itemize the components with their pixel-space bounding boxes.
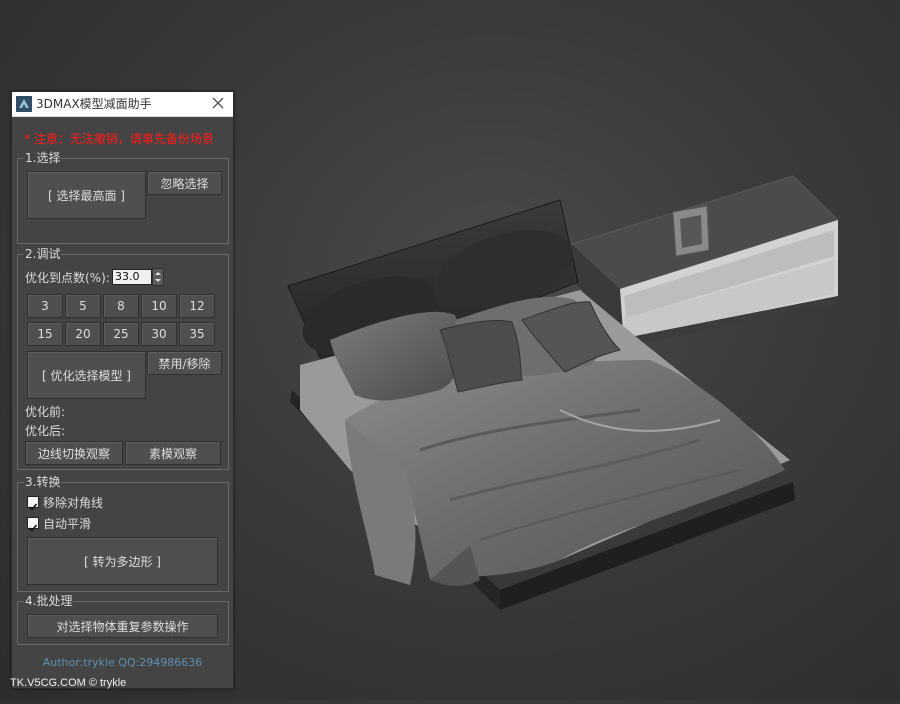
group-batch: 4.批处理 对选择物体重复参数操作 xyxy=(17,594,229,645)
group-debug-legend: 2.调试 xyxy=(24,247,62,261)
group-convert: 3.转换 移除对角线 自动平滑 [ 转为多边形 ] xyxy=(17,475,229,592)
preset-3-button[interactable]: 3 xyxy=(27,294,63,318)
auto-smooth-label: 自动平滑 xyxy=(43,517,92,531)
preset-12-button[interactable]: 12 xyxy=(179,294,215,318)
checkmark-icon xyxy=(28,503,38,511)
undo-warning: * 注意：无法撤销，请事先备份场景 xyxy=(24,132,214,146)
preset-15-button[interactable]: 15 xyxy=(27,322,63,346)
ignore-selection-button[interactable]: 忽略选择 xyxy=(147,171,222,195)
preset-30-button[interactable]: 30 xyxy=(141,322,177,346)
preset-35-button[interactable]: 35 xyxy=(179,322,215,346)
disable-remove-button[interactable]: 禁用/移除 xyxy=(147,351,222,375)
auto-smooth-checkbox[interactable] xyxy=(27,517,39,532)
group-select: 1.选择 [ 选择最高面 ] 忽略选择 xyxy=(17,151,229,244)
watermark: TK.V5CG.COM © trykle xyxy=(10,677,127,689)
preset-8-button[interactable]: 8 xyxy=(103,294,139,318)
remove-diagonal-checkbox[interactable] xyxy=(27,496,39,511)
group-select-legend: 1.选择 xyxy=(24,151,62,165)
optimize-selected-model-button[interactable]: [ 优化选择模型 ] xyxy=(27,351,146,399)
remove-diagonal-label: 移除对角线 xyxy=(43,496,104,510)
group-convert-legend: 3.转换 xyxy=(24,475,62,489)
spinner-arrows-icon xyxy=(155,272,161,282)
preset-20-button[interactable]: 20 xyxy=(65,322,101,346)
preset-10-button[interactable]: 10 xyxy=(141,294,177,318)
title-bar[interactable]: 3DMAX模型减面助手 xyxy=(12,92,233,117)
group-debug: 2.调试 优化到点数(%): 33.0 3 5 8 10 12 15 20 25… xyxy=(17,247,229,470)
edge-toggle-view-button[interactable]: 边线切换观察 xyxy=(25,441,123,465)
optimize-percent-label: 优化到点数(%): xyxy=(25,271,110,285)
plain-model-view-button[interactable]: 素模观察 xyxy=(125,441,221,465)
after-optimize-label: 优化后: xyxy=(25,424,66,438)
select-highest-faces-button[interactable]: [ 选择最高面 ] xyxy=(27,171,146,219)
preset-25-button[interactable]: 25 xyxy=(103,322,139,346)
window-title: 3DMAX模型减面助手 xyxy=(36,97,152,111)
optimize-percent-input[interactable]: 33.0 xyxy=(112,269,152,285)
reduce-faces-tool-window: 3DMAX模型减面助手 * 注意：无法撤销，请事先备份场景 1.选择 [ 选择最… xyxy=(11,91,234,689)
author-info: Author:trykle QQ:294986636 xyxy=(42,656,203,669)
3dsmax-app-icon xyxy=(16,96,32,112)
convert-to-poly-button[interactable]: [ 转为多边形 ] xyxy=(27,537,218,585)
preset-5-button[interactable]: 5 xyxy=(65,294,101,318)
before-optimize-label: 优化前: xyxy=(25,405,66,419)
optimize-percent-spinner[interactable] xyxy=(152,268,164,286)
group-batch-legend: 4.批处理 xyxy=(24,594,74,608)
close-icon[interactable] xyxy=(209,94,227,112)
batch-repeat-button[interactable]: 对选择物体重复参数操作 xyxy=(27,614,218,638)
checkmark-icon xyxy=(28,524,38,532)
